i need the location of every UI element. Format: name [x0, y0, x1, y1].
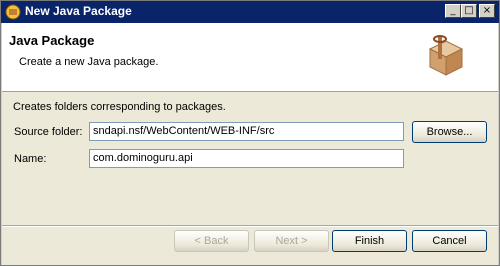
- back-button[interactable]: < Back: [174, 230, 249, 252]
- wizard-body: Creates folders corresponding to package…: [2, 92, 498, 225]
- source-folder-label: Source folder:: [14, 126, 83, 138]
- source-folder-field[interactable]: sndapi.nsf/WebContent/WEB-INF/src: [89, 122, 404, 141]
- cancel-button[interactable]: Cancel: [412, 230, 487, 252]
- next-button[interactable]: Next >: [254, 230, 329, 252]
- dialog-window: New Java Package _ □ × Java Package Crea…: [0, 0, 500, 266]
- window-title: New Java Package: [25, 4, 132, 18]
- wizard-header: Java Package Create a new Java package.: [2, 23, 498, 92]
- app-icon: [5, 4, 21, 20]
- finish-button[interactable]: Finish: [332, 230, 407, 252]
- browse-button[interactable]: Browse...: [412, 121, 487, 143]
- minimize-icon: _: [450, 5, 456, 16]
- description-text: Creates folders corresponding to package…: [13, 101, 226, 113]
- package-icon: [428, 35, 464, 76]
- title-bar[interactable]: New Java Package _ □ ×: [1, 1, 499, 23]
- button-bar: < Back Next > Finish Cancel: [2, 227, 498, 265]
- minimize-button[interactable]: _: [445, 4, 461, 18]
- maximize-icon: □: [464, 5, 474, 16]
- name-label: Name:: [14, 153, 47, 165]
- page-title: Java Package: [9, 33, 95, 48]
- maximize-button[interactable]: □: [461, 4, 477, 18]
- page-subtitle: Create a new Java package.: [19, 56, 159, 68]
- close-icon: ×: [482, 5, 492, 16]
- close-button[interactable]: ×: [479, 4, 495, 18]
- name-field[interactable]: com.dominoguru.api: [89, 149, 404, 168]
